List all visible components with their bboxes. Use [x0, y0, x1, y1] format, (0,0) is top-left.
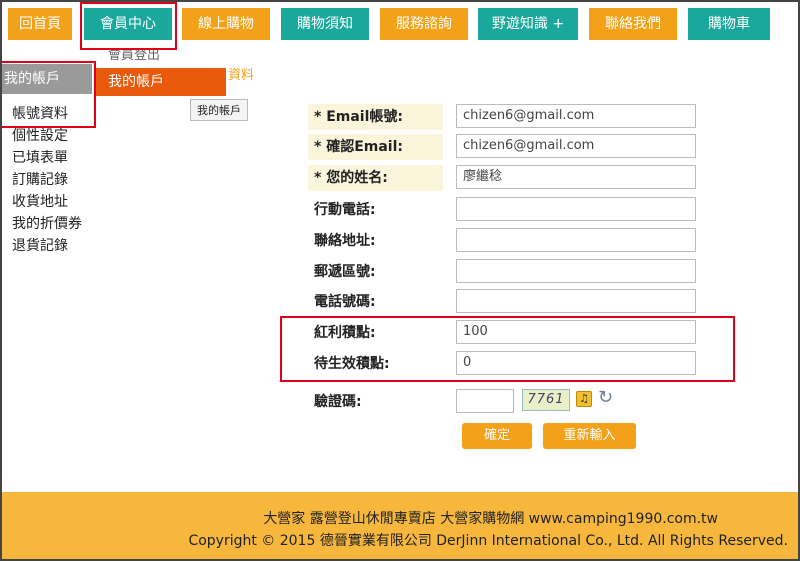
zip-field[interactable]	[456, 259, 696, 283]
breadcrumb: 資料	[228, 68, 255, 83]
sidebar-header: 我的帳戶	[2, 64, 92, 94]
sidebar-item-preferences[interactable]: 個性設定	[12, 125, 82, 147]
confirm-button[interactable]: 確定	[462, 423, 532, 449]
address-label: 聯絡地址:	[314, 233, 376, 249]
dropdown-logout[interactable]: 會員登出	[94, 46, 226, 68]
nav-contact[interactable]: 聯絡我們	[589, 8, 677, 40]
member-dropdown: 會員登出 我的帳戶	[94, 46, 226, 96]
email-field[interactable]: chizen6@gmail.com	[456, 104, 696, 128]
nav-outdoor-knowledge[interactable]: 野遊知識 +	[478, 8, 578, 40]
nav-cart[interactable]: 購物車	[688, 8, 770, 40]
phone-label: 電話號碼:	[314, 294, 376, 310]
nav-home[interactable]: 回首頁	[8, 8, 72, 40]
captcha-image: 7761	[522, 389, 570, 411]
captcha-input[interactable]	[456, 389, 514, 413]
name-field[interactable]: 廖繼稔	[456, 165, 696, 189]
pending-points-field[interactable]: 0	[456, 351, 696, 375]
dropdown-my-account[interactable]: 我的帳戶	[94, 68, 226, 96]
speaker-icon[interactable]: ♫	[576, 391, 592, 407]
footer-store-line: 大營家 露營登山休閒專賣店 大營家購物網 www.camping1990.com…	[263, 511, 718, 527]
nav-shopping-notice[interactable]: 購物須知	[281, 8, 369, 40]
footer-copyright: Copyright © 2015 德晉實業有限公司 DerJinn Intern…	[188, 533, 788, 549]
sidebar-item-forms[interactable]: 已填表單	[12, 147, 82, 169]
name-label: * 您的姓名:	[308, 165, 443, 191]
confirm-email-label: * 確認Email:	[308, 134, 443, 160]
email-label: * Email帳號:	[308, 104, 443, 130]
mobile-field[interactable]	[456, 197, 696, 221]
reset-button[interactable]: 重新輸入	[543, 423, 636, 449]
nav-member-center[interactable]: 會員中心	[84, 8, 172, 40]
refresh-icon[interactable]: ↻	[598, 388, 613, 408]
sidebar-menu: 帳號資料 個性設定 已填表單 訂購記錄 收貨地址 我的折價券 退貨記錄	[12, 103, 82, 257]
sidebar-item-addresses[interactable]: 收貨地址	[12, 191, 82, 213]
top-nav: 回首頁 會員中心 線上購物 購物須知 服務諮詢 野遊知識 + 聯絡我們 購物車	[0, 0, 800, 46]
pending-points-label: 待生效積點:	[314, 356, 390, 372]
bonus-points-label: 紅利積點:	[314, 325, 376, 341]
mobile-label: 行動電話:	[314, 202, 376, 218]
bonus-points-field[interactable]: 100	[456, 320, 696, 344]
sidebar-item-coupons[interactable]: 我的折價券	[12, 213, 82, 235]
footer: 大營家 露營登山休閒專賣店 大營家購物網 www.camping1990.com…	[0, 492, 800, 561]
zip-label: 郵遞區號:	[314, 264, 376, 280]
tooltip: 我的帳戶	[190, 99, 248, 121]
nav-service[interactable]: 服務諮詢	[380, 8, 468, 40]
sidebar-item-returns[interactable]: 退貨記錄	[12, 235, 82, 257]
nav-online-shopping[interactable]: 線上購物	[182, 8, 270, 40]
captcha-label: 驗證碼:	[314, 394, 362, 410]
sidebar-item-account-info[interactable]: 帳號資料	[12, 103, 82, 125]
sidebar-item-orders[interactable]: 訂購記錄	[12, 169, 82, 191]
confirm-email-field[interactable]: chizen6@gmail.com	[456, 134, 696, 158]
address-field[interactable]	[456, 228, 696, 252]
phone-field[interactable]	[456, 289, 696, 313]
